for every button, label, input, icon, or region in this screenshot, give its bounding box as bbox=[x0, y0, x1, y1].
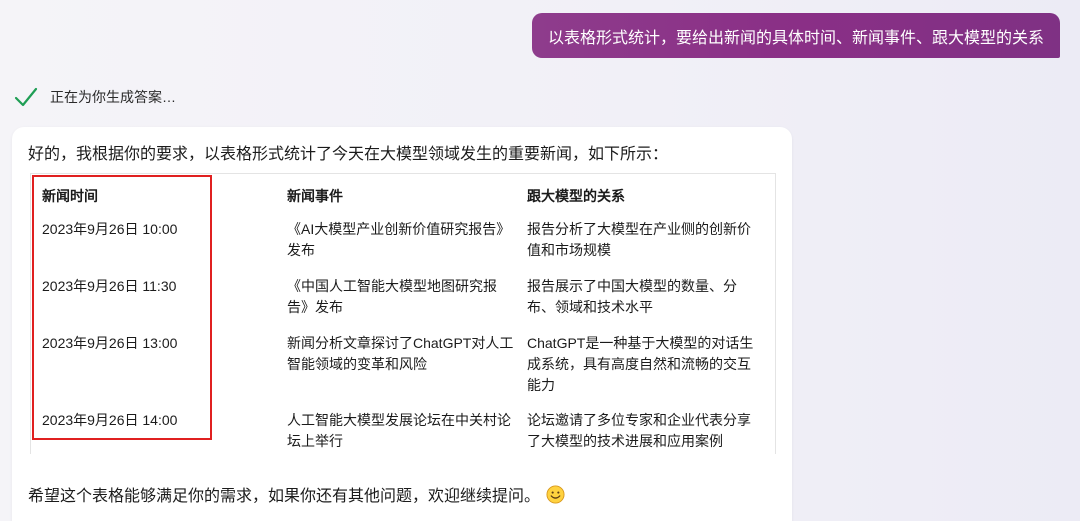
row-1-relation: 报告分析了大模型在产业侧的创新价 值和市场规模 bbox=[527, 219, 759, 261]
row-3-relation-line: 成系统，具有高度自然和流畅的交互 bbox=[527, 356, 751, 372]
answer-card: 好的，我根据你的要求，以表格形式统计了今天在大模型领域发生的重要新闻，如下所示：… bbox=[12, 127, 792, 521]
row-4-relation-line: 了大模型的技术进展和应用案例 bbox=[527, 433, 723, 449]
answer-intro: 好的，我根据你的要求，以表格形式统计了今天在大模型领域发生的重要新闻，如下所示： bbox=[28, 146, 669, 163]
user-message-text: 以表格形式统计，要给出新闻的具体时间、新闻事件、跟大模型的关系 bbox=[547, 29, 1044, 47]
table-header-relation: 跟大模型的关系 bbox=[527, 188, 625, 204]
row-4-event-line: 坛上举行 bbox=[287, 433, 343, 449]
row-3-relation: ChatGPT是一种基于大模型的对话生 成系统，具有高度自然和流畅的交互 能力 bbox=[527, 333, 759, 396]
smile-emoji-icon bbox=[546, 484, 565, 504]
answer-outro: 希望这个表格能够满足你的需求，如果你还有其他问题，欢迎继续提问。 bbox=[28, 482, 565, 506]
row-1-relation-line: 值和市场规模 bbox=[527, 242, 611, 258]
row-4-time: 2023年9月26日 14:00 bbox=[42, 412, 178, 428]
answer-outro-text: 希望这个表格能够满足你的需求，如果你还有其他问题，欢迎继续提问。 bbox=[28, 488, 541, 505]
row-4-event-line: 人工智能大模型发展论坛在中关村论 bbox=[287, 412, 511, 428]
row-4-event: 人工智能大模型发展论坛在中关村论 坛上举行 bbox=[287, 410, 519, 452]
row-2-relation-line: 布、领域和技术水平 bbox=[527, 299, 653, 315]
row-3-relation-line: ChatGPT是一种基于大模型的对话生 bbox=[527, 335, 754, 351]
row-4-relation: 论坛邀请了多位专家和企业代表分享 了大模型的技术进展和应用案例 bbox=[527, 410, 759, 452]
row-3-event-line: 新闻分析文章探讨了ChatGPT对人工 bbox=[287, 335, 514, 351]
row-2-relation: 报告展示了中国大模型的数量、分 布、领域和技术水平 bbox=[527, 276, 759, 318]
table-header-event: 新闻事件 bbox=[287, 188, 343, 204]
row-2-event-line: 《中国人工智能大模型地图研究报 bbox=[287, 278, 497, 294]
row-1-event: 《AI大模型产业创新价值研究报告》 发布 bbox=[287, 219, 519, 261]
row-3-time: 2023年9月26日 13:00 bbox=[42, 335, 178, 351]
row-1-event-line: 发布 bbox=[287, 242, 315, 258]
generation-status: 正在为你生成答案… bbox=[14, 86, 176, 108]
row-2-relation-line: 报告展示了中国大模型的数量、分 bbox=[527, 278, 737, 294]
row-4-relation-line: 论坛邀请了多位专家和企业代表分享 bbox=[527, 412, 751, 428]
user-message-bubble: 以表格形式统计，要给出新闻的具体时间、新闻事件、跟大模型的关系 bbox=[531, 13, 1060, 58]
row-3-relation-line: 能力 bbox=[527, 377, 555, 393]
status-text: 正在为你生成答案… bbox=[50, 89, 176, 105]
row-2-event: 《中国人工智能大模型地图研究报 告》发布 bbox=[287, 276, 519, 318]
row-1-event-line: 《AI大模型产业创新价值研究报告》 bbox=[287, 221, 511, 237]
check-icon bbox=[14, 87, 38, 107]
row-3-event: 新闻分析文章探讨了ChatGPT对人工 智能领域的变革和风险 bbox=[287, 333, 519, 375]
news-table: 新闻时间 新闻事件 跟大模型的关系 2023年9月26日 10:00 《AI大模… bbox=[30, 173, 776, 454]
row-1-time: 2023年9月26日 10:00 bbox=[42, 221, 178, 237]
table-header-time: 新闻时间 bbox=[42, 188, 98, 204]
row-1-relation-line: 报告分析了大模型在产业侧的创新价 bbox=[527, 221, 751, 237]
row-3-event-line: 智能领域的变革和风险 bbox=[287, 356, 427, 372]
row-2-time: 2023年9月26日 11:30 bbox=[42, 278, 177, 294]
row-2-event-line: 告》发布 bbox=[287, 299, 343, 315]
